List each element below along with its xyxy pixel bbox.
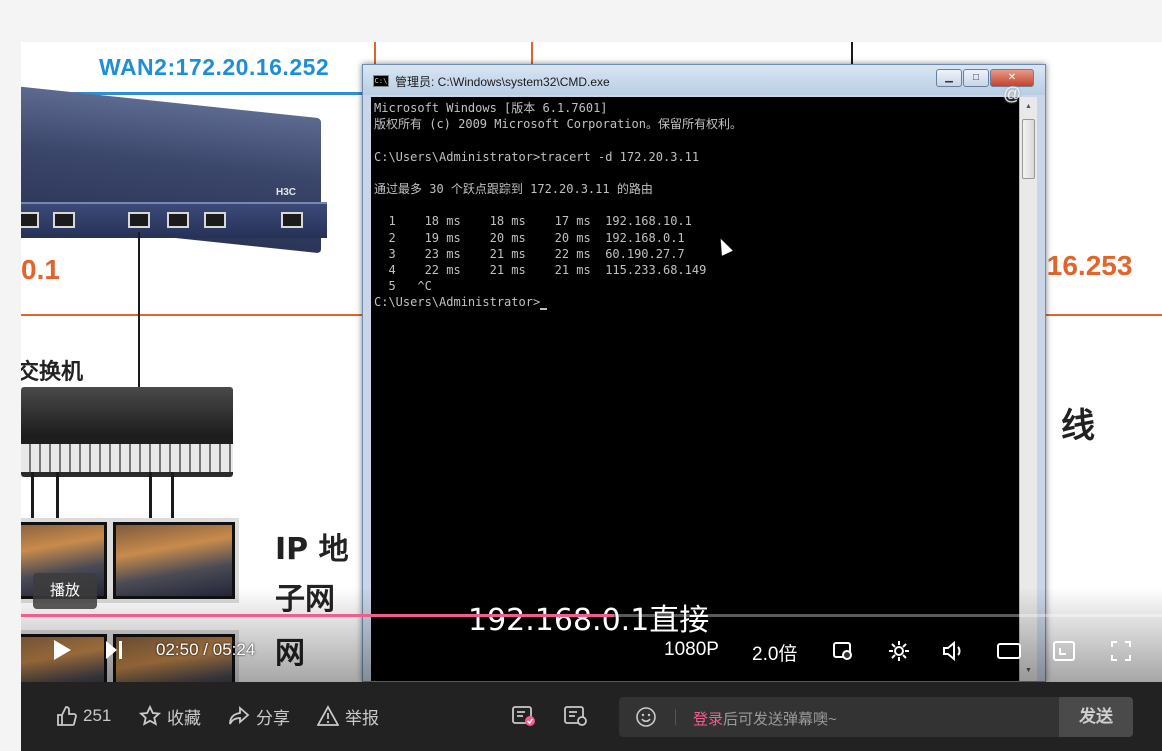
router-port xyxy=(128,212,150,228)
cmd-titlebar[interactable]: C:\ 管理员: C:\Windows\system32\CMD.exe ▁ □… xyxy=(363,65,1045,95)
console-line: 通过最多 30 个跃点跟踪到 172.20.3.11 的路由 xyxy=(374,181,653,196)
progress-fill xyxy=(21,614,615,617)
thumbs-up-icon xyxy=(57,706,77,726)
switch-label: 交换机 xyxy=(21,360,84,385)
emoji-icon[interactable] xyxy=(635,706,657,728)
router-port xyxy=(53,212,75,228)
console-line: C:\Users\Administrator> xyxy=(374,294,1016,311)
widescreen-icon[interactable] xyxy=(996,639,1022,669)
console-line: Microsoft Windows [版本 6.1.7601] xyxy=(374,101,608,115)
router-port xyxy=(281,212,303,228)
danmaku-input[interactable]: 登录后可发送弹幕噢~ xyxy=(693,708,837,729)
volume-icon[interactable] xyxy=(941,639,967,669)
wan-cable xyxy=(66,92,366,95)
scroll-thumb[interactable] xyxy=(1022,119,1035,179)
slide-cable xyxy=(149,472,152,522)
divider xyxy=(675,709,676,725)
progress-bar[interactable] xyxy=(21,614,1162,617)
minimize-button[interactable]: ▁ xyxy=(936,69,962,87)
warning-icon xyxy=(317,705,339,726)
play-icon[interactable] xyxy=(51,638,73,668)
danmaku-input-box[interactable]: 登录后可发送弹幕噢~ 发送 xyxy=(619,697,1133,737)
video-player[interactable]: WAN2:172.20.16.252 H3C 0.1 .16.253 交换机 I… xyxy=(21,42,1162,682)
router-port xyxy=(21,212,39,228)
text-cursor xyxy=(540,308,548,311)
share-label: 分享 xyxy=(256,708,290,728)
quality-button[interactable]: 1080P xyxy=(664,639,719,661)
favorite-button[interactable]: 收藏 xyxy=(139,704,201,728)
page: WAN2:172.20.16.252 H3C 0.1 .16.253 交换机 I… xyxy=(0,0,1162,751)
console-line: C:\Users\Administrator>tracert -d 172.20… xyxy=(374,149,700,164)
video-frame: WAN2:172.20.16.252 H3C 0.1 .16.253 交换机 I… xyxy=(21,42,1162,682)
console-line: 4 22 ms 21 ms 21 ms 115.233.68.149 xyxy=(374,262,707,277)
star-icon xyxy=(139,705,161,726)
cmd-title: 管理员: C:\Windows\system32\CMD.exe xyxy=(395,75,610,89)
time-separator: / xyxy=(203,640,209,659)
console-line: 2 19 ms 20 ms 20 ms 192.168.0.1 xyxy=(374,230,685,245)
send-button[interactable]: 发送 xyxy=(1059,697,1133,737)
wan-label: WAN2:172.20.16.252 xyxy=(99,54,330,80)
play-tooltip: 播放 xyxy=(33,573,97,609)
subtitle: 192.168.0.1直接 xyxy=(468,603,710,638)
danmaku-settings-button[interactable] xyxy=(563,704,589,728)
slide-cable xyxy=(171,472,174,522)
danmaku-settings-icon xyxy=(564,706,587,726)
report-label: 举报 xyxy=(345,708,379,728)
login-link[interactable]: 登录 xyxy=(693,711,723,728)
speed-button[interactable]: 2.0倍 xyxy=(752,639,797,666)
router-port xyxy=(204,212,226,228)
router-port xyxy=(167,212,189,228)
console-line: 版权所有 (c) 2009 Microsoft Corporation。保留所有… xyxy=(374,117,742,132)
share-icon xyxy=(229,706,250,725)
slide-text: IP 地 xyxy=(275,532,349,567)
switch-ports xyxy=(21,444,233,472)
cmd-icon: C:\ xyxy=(373,75,389,87)
ip-label-left: 0.1 xyxy=(21,254,60,285)
slide-text: 线 xyxy=(1061,406,1095,446)
next-icon[interactable] xyxy=(103,639,125,667)
like-button[interactable]: 251 xyxy=(55,704,111,728)
ip-label-right: .16.253 xyxy=(1039,250,1133,281)
slide-cable xyxy=(31,472,34,522)
scroll-up-icon[interactable]: ▲ xyxy=(1022,99,1035,115)
maximize-button[interactable]: □ xyxy=(963,69,989,87)
report-button[interactable]: 举报 xyxy=(317,704,379,728)
console-line: 5 ^C xyxy=(374,279,432,294)
danmaku-placeholder: 后可发送弹幕噢~ xyxy=(723,711,837,728)
fullscreen-icon[interactable] xyxy=(1109,639,1133,669)
web-fullscreen-icon[interactable] xyxy=(1052,639,1076,669)
video-toolbar: 251 收藏 分享 举报 登录后可发送弹幕噢~ 发送 xyxy=(21,682,1162,751)
console-line: 1 18 ms 18 ms 17 ms 192.168.10.1 xyxy=(374,214,692,229)
current-time: 02:50 xyxy=(156,640,199,659)
loop-icon[interactable] xyxy=(831,639,855,669)
danmaku-toggle-button[interactable] xyxy=(511,704,537,728)
watermark: @ xyxy=(1003,84,1022,104)
favorite-label: 收藏 xyxy=(167,708,201,728)
console-line: 3 23 ms 21 ms 22 ms 60.190.27.7 xyxy=(374,246,685,261)
like-count: 251 xyxy=(83,706,112,725)
time-display: 02:50 / 05:24 xyxy=(156,640,255,660)
router-brand-logo: H3C xyxy=(276,187,297,198)
total-time: 05:24 xyxy=(212,640,256,659)
share-button[interactable]: 分享 xyxy=(228,704,290,728)
slide-cable xyxy=(56,472,59,522)
danmaku-on-icon xyxy=(512,706,535,726)
settings-icon[interactable] xyxy=(887,639,911,669)
